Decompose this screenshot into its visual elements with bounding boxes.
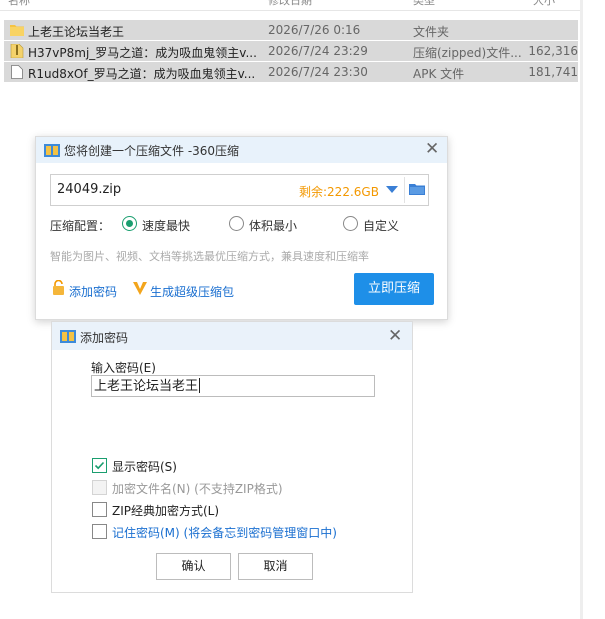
remember-password-checkbox[interactable] [92,524,107,539]
add-password-link[interactable]: 添加密码 [69,283,117,300]
create-archive-dialog: 您将创建一个压缩文件 -360压缩 ✕ 24049.zip 剩余:222.6GB… [35,136,448,320]
compress-now-button[interactable]: 立即压缩 [354,273,434,305]
encrypt-filenames-checkbox [92,480,107,495]
password-value: 上老王论坛当老王 [94,379,199,394]
file-type: 压缩(zipped)文件... [413,46,522,60]
ok-button[interactable]: 确认 [156,553,231,580]
show-password-label[interactable]: 显示密码(S) [112,458,177,475]
free-space-label: 剩余:222.6GB [299,185,379,199]
folder-icon [10,23,24,39]
compression-config-label: 压缩配置： [50,219,111,233]
column-name-header[interactable]: 名称 [8,0,30,8]
add-password-dialog: 添加密码 ✕ 输入密码(E) 上老王论坛当老王 显示密码(S) 加密文件名(N)… [51,321,413,593]
size-smallest-radio[interactable] [229,216,244,231]
show-password-checkbox[interactable] [92,458,107,473]
custom-radio[interactable] [343,216,358,231]
explorer-scrollbar[interactable] [580,0,583,619]
speed-fastest-label[interactable]: 速度最快 [142,217,190,234]
text-caret [199,378,201,393]
cancel-button[interactable]: 取消 [238,553,313,580]
zip-file-icon [10,43,24,61]
close-icon[interactable]: ✕ [388,328,402,345]
super-package-icon[interactable] [133,282,147,298]
password-input-label: 输入密码(E) [91,361,156,375]
encrypt-filenames-label: 加密文件名(N) (不支持ZIP格式) [112,482,283,496]
file-icon [10,65,24,82]
password-input[interactable]: 上老王论坛当老王 [91,375,375,397]
file-row[interactable]: H37vP8mj_罗马之道：成为吸血鬼领主v... 2026/7/24 23:2… [4,41,578,61]
file-date: 2026/7/24 23:29 [268,44,368,58]
zip-classic-encryption-label[interactable]: ZIP经典加密方式(L) [112,502,219,519]
dialog-title-bar[interactable]: 添加密码 ✕ [52,322,412,350]
column-date-header[interactable]: 修改日期 [268,0,312,8]
column-header-row: 名称 修改日期 类型 大小 [0,0,580,11]
file-date: 2026/7/26 0:16 [268,23,361,37]
remember-password-label[interactable]: 记住密码(M) (将会备忘到密码管理窗口中) [112,524,337,541]
file-name: R1ud8xOf_罗马之道：成为吸血鬼领主v... [28,67,256,81]
file-date: 2026/7/24 23:30 [268,65,368,79]
file-type: 文件夹 [413,25,450,39]
speed-fastest-radio[interactable] [122,216,137,231]
super-package-link[interactable]: 生成超级压缩包 [150,283,234,300]
column-size-header[interactable]: 大小 [533,0,555,8]
divider [404,177,405,203]
custom-label[interactable]: 自定义 [363,217,399,234]
file-name: 上老王论坛当老王 [28,25,125,39]
zip-classic-encryption-checkbox[interactable] [92,502,107,517]
lock-icon[interactable] [52,279,65,298]
size-smallest-label[interactable]: 体积最小 [249,217,297,234]
app-logo-icon [60,329,76,346]
dialog-title: 您将创建一个压缩文件 -360压缩 [64,144,240,158]
close-icon[interactable]: ✕ [425,141,439,158]
compression-hint: 智能为图片、视频、文档等挑选最优压缩方式，兼具速度和压缩率 [50,250,369,263]
dialog-title: 添加密码 [80,331,129,345]
column-type-header[interactable]: 类型 [413,0,435,8]
browse-folder-icon[interactable] [409,182,425,199]
file-row[interactable]: R1ud8xOf_罗马之道：成为吸血鬼领主v... 2026/7/24 23:3… [4,62,578,82]
file-size: 162,316 [528,44,578,58]
file-row[interactable]: 上老王论坛当老王 2026/7/26 0:16 文件夹 [4,20,578,40]
file-name: H37vP8mj_罗马之道：成为吸血鬼领主v... [28,46,257,60]
file-explorer-list: 名称 修改日期 类型 大小 上老王论坛当老王 2026/7/26 0:16 文件… [0,0,580,86]
dialog-title-bar[interactable]: 您将创建一个压缩文件 -360压缩 ✕ [36,137,447,163]
archive-filename[interactable]: 24049.zip [57,182,121,197]
app-logo-icon [44,143,60,160]
dropdown-arrow-icon[interactable] [386,186,398,193]
file-type: APK 文件 [413,67,465,81]
archive-path-field[interactable]: 24049.zip 剩余:222.6GB [50,174,429,206]
file-size: 181,741 [528,65,578,79]
